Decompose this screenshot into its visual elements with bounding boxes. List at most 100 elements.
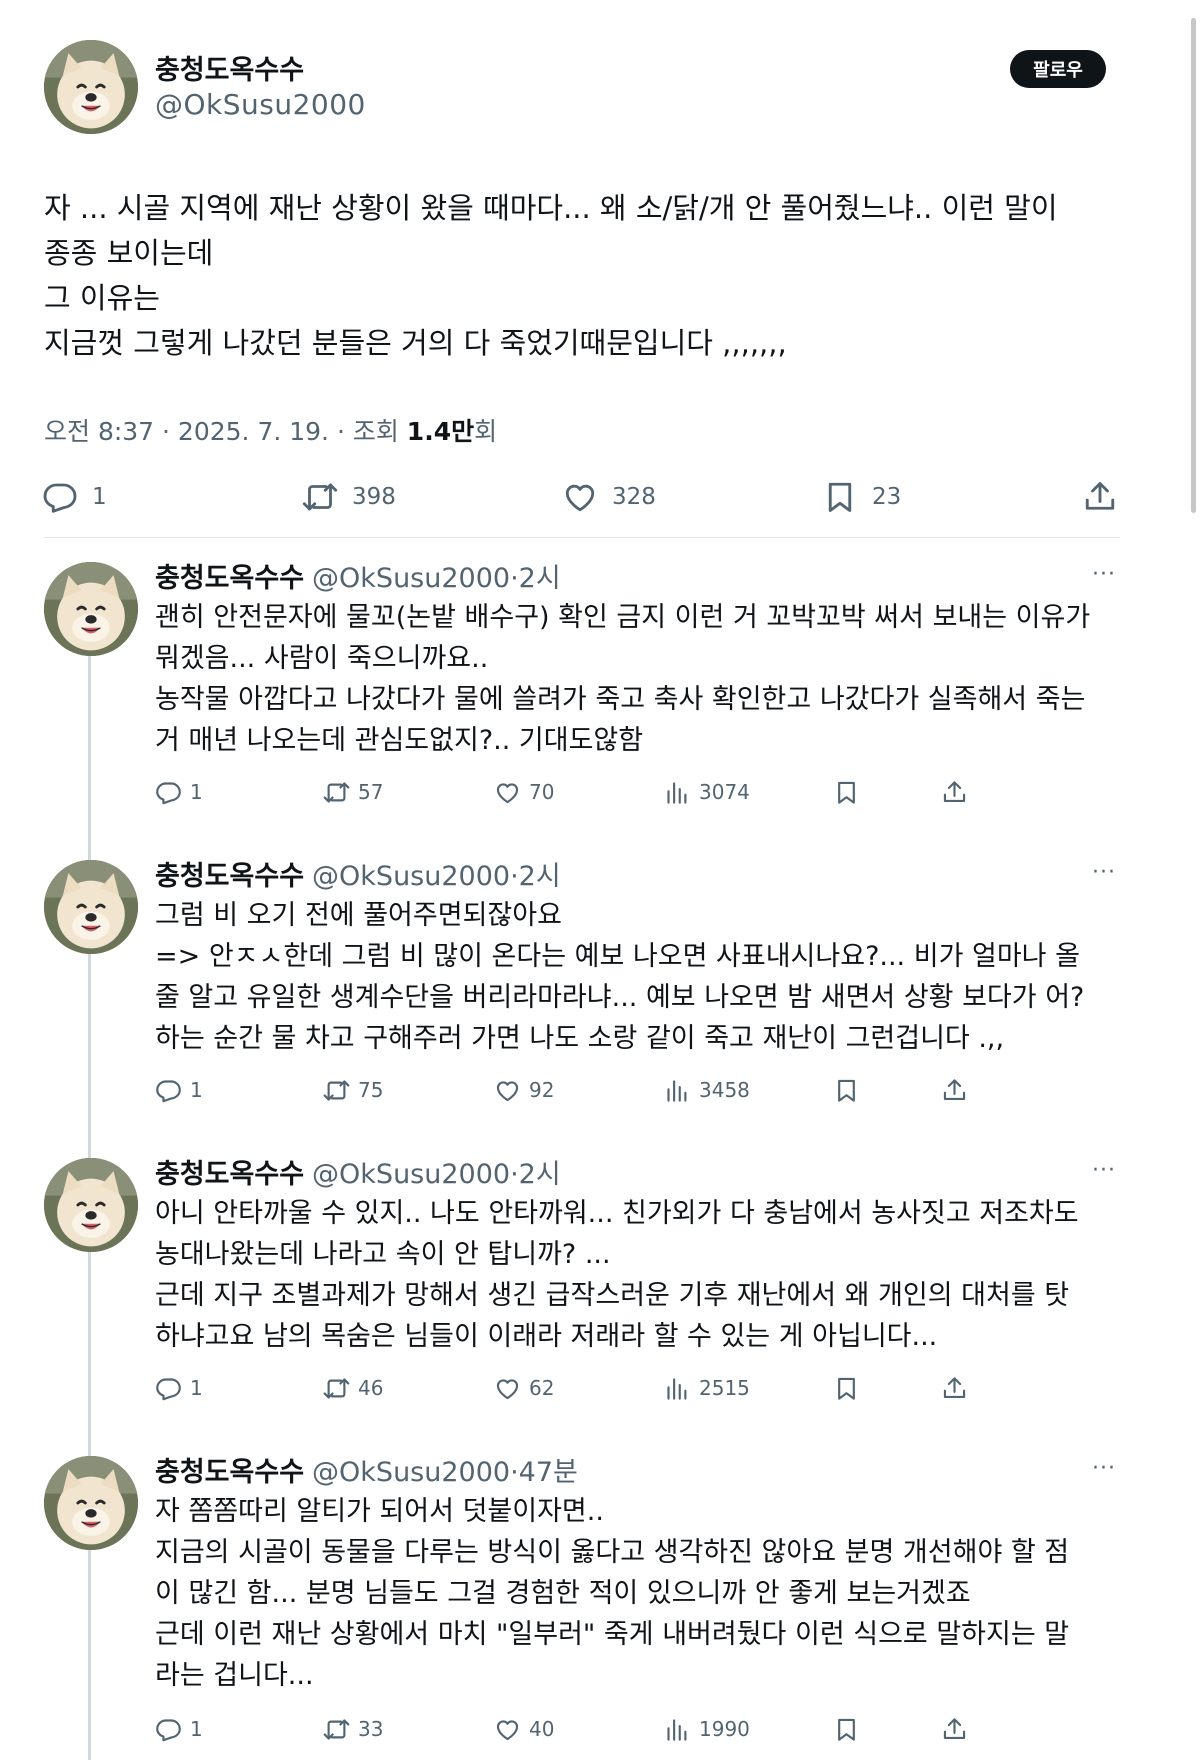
reply-text: 그럼 비 오기 전에 풀어주면되잖아요 => 안ㅈㅅ한데 그럼 비 많이 온다는…: [155, 900, 1085, 1054]
share-button[interactable]: [1082, 475, 1118, 519]
reply-time[interactable]: ·2시: [510, 563, 561, 594]
views-button[interactable]: 3458: [664, 1073, 750, 1107]
share-icon: [941, 1375, 968, 1402]
share-button[interactable]: [941, 1371, 968, 1405]
retweet-count: 33: [358, 1717, 384, 1741]
tweet-meta: 오전 8:37 · 2025. 7. 19. · 조회 1.4만회: [44, 412, 497, 448]
author-handle[interactable]: @OkSusu2000: [155, 88, 366, 121]
like-count: 70: [529, 780, 555, 804]
reply-author-handle[interactable]: @OkSusu2000: [312, 563, 510, 594]
like-count: 62: [529, 1376, 555, 1400]
share-button[interactable]: [941, 775, 968, 809]
views-count: 1990: [699, 1717, 750, 1741]
reply-author-name[interactable]: 충청도옥수수: [155, 563, 304, 594]
like-button[interactable]: 40: [494, 1712, 554, 1746]
reply-icon: [155, 1375, 182, 1402]
reply-time[interactable]: ·2시: [510, 861, 561, 892]
reply-button[interactable]: 1: [42, 475, 107, 519]
like-icon: [562, 479, 598, 515]
avatar[interactable]: [44, 562, 138, 656]
reply-button[interactable]: 1: [155, 1712, 203, 1746]
like-button[interactable]: 328: [562, 475, 656, 519]
reply-author-handle[interactable]: @OkSusu2000: [312, 1457, 510, 1488]
share-icon: [941, 1077, 968, 1104]
scrollbar-thumb[interactable]: [1191, 18, 1196, 513]
tweet-actions: 1 398 328 23: [0, 475, 1150, 519]
bookmark-button[interactable]: 23: [822, 475, 901, 519]
avatar[interactable]: [44, 40, 138, 134]
reply-actions: 1 57 70 3074: [0, 775, 1000, 809]
reply-count: 1: [190, 1078, 203, 1102]
reply-header: 충청도옥수수 @OkSusu2000·47분: [155, 1450, 578, 1489]
avatar[interactable]: [44, 1456, 138, 1550]
avatar[interactable]: [44, 860, 138, 954]
reply-time[interactable]: ·2시: [510, 1159, 561, 1190]
bookmark-icon: [833, 779, 860, 806]
like-button[interactable]: 92: [494, 1073, 554, 1107]
reply-author-name[interactable]: 충청도옥수수: [155, 1159, 304, 1190]
more-options-icon[interactable]: ···: [1092, 860, 1116, 885]
bookmark-button[interactable]: [833, 775, 860, 809]
divider: [44, 537, 1120, 538]
views-button[interactable]: 2515: [664, 1371, 750, 1405]
bookmark-count: 23: [872, 484, 902, 510]
retweet-button[interactable]: 75: [323, 1073, 383, 1107]
reply-author-handle[interactable]: @OkSusu2000: [312, 1159, 510, 1190]
scrollbar[interactable]: [1188, 0, 1200, 1760]
author-name[interactable]: 충청도옥수수: [155, 48, 304, 87]
retweet-count: 75: [358, 1078, 384, 1102]
bookmark-icon: [833, 1077, 860, 1104]
share-button[interactable]: [941, 1712, 968, 1746]
view-suffix: 회: [474, 417, 498, 446]
retweet-icon: [323, 1077, 350, 1104]
views-button[interactable]: 3074: [664, 775, 750, 809]
more-options-icon[interactable]: ···: [1092, 1456, 1116, 1481]
avatar[interactable]: [44, 1158, 138, 1252]
retweet-icon: [323, 779, 350, 806]
views-button[interactable]: 1990: [664, 1712, 750, 1746]
tweet-text: 자 ... 시골 지역에 재난 상황이 왔을 때마다... 왜 소/닭/개 안 …: [44, 191, 1058, 360]
retweet-icon: [323, 1375, 350, 1402]
reply-header: 충청도옥수수 @OkSusu2000·2시: [155, 556, 561, 595]
reply-icon: [155, 1077, 182, 1104]
reply-author-handle[interactable]: @OkSusu2000: [312, 861, 510, 892]
bookmark-button[interactable]: [833, 1712, 860, 1746]
share-button[interactable]: [941, 1073, 968, 1107]
share-icon: [941, 1716, 968, 1743]
retweet-button[interactable]: 46: [323, 1371, 383, 1405]
retweet-button[interactable]: 57: [323, 775, 383, 809]
reply-count: 1: [190, 1376, 203, 1400]
reply-button[interactable]: 1: [155, 1371, 203, 1405]
reply-actions: 1 33 40 1990: [0, 1712, 1000, 1746]
reply-icon: [155, 779, 182, 806]
like-button[interactable]: 62: [494, 1371, 554, 1405]
more-options-icon[interactable]: ···: [1092, 562, 1116, 587]
more-options-icon[interactable]: ···: [1092, 1158, 1116, 1183]
reply-count: 1: [190, 1717, 203, 1741]
reply-author-name[interactable]: 충청도옥수수: [155, 861, 304, 892]
views-count: 2515: [699, 1376, 750, 1400]
reply-actions: 1 75 92 3458: [0, 1073, 1000, 1107]
follow-button[interactable]: 팔로우: [1010, 50, 1106, 88]
retweet-count: 46: [358, 1376, 384, 1400]
reply-time[interactable]: ·47분: [510, 1457, 578, 1488]
reply-actions: 1 46 62 2515: [0, 1371, 1000, 1405]
views-icon: [664, 1375, 691, 1402]
like-count: 92: [529, 1078, 555, 1102]
like-button[interactable]: 70: [494, 775, 554, 809]
bookmark-button[interactable]: [833, 1073, 860, 1107]
reply-button[interactable]: 1: [155, 1073, 203, 1107]
bookmark-button[interactable]: [833, 1371, 860, 1405]
retweet-button[interactable]: 33: [323, 1712, 383, 1746]
reply-author-name[interactable]: 충청도옥수수: [155, 1457, 304, 1488]
bookmark-icon: [822, 479, 858, 515]
reply-count: 1: [92, 484, 107, 510]
timestamp[interactable]: 오전 8:37 · 2025. 7. 19. · 조회: [44, 417, 407, 446]
views-icon: [664, 1077, 691, 1104]
reply-text: 괜히 안전문자에 물꼬(논밭 배수구) 확인 금지 이런 거 꼬박꼬박 써서 보…: [155, 602, 1091, 756]
like-icon: [494, 1077, 521, 1104]
bookmark-icon: [833, 1716, 860, 1743]
reply-button[interactable]: 1: [155, 775, 203, 809]
reply-text: 자 쫌쫌따리 알티가 되어서 덧붙이자면.. 지금의 시골이 동물을 다루는 방…: [155, 1496, 1070, 1691]
retweet-button[interactable]: 398: [302, 475, 396, 519]
